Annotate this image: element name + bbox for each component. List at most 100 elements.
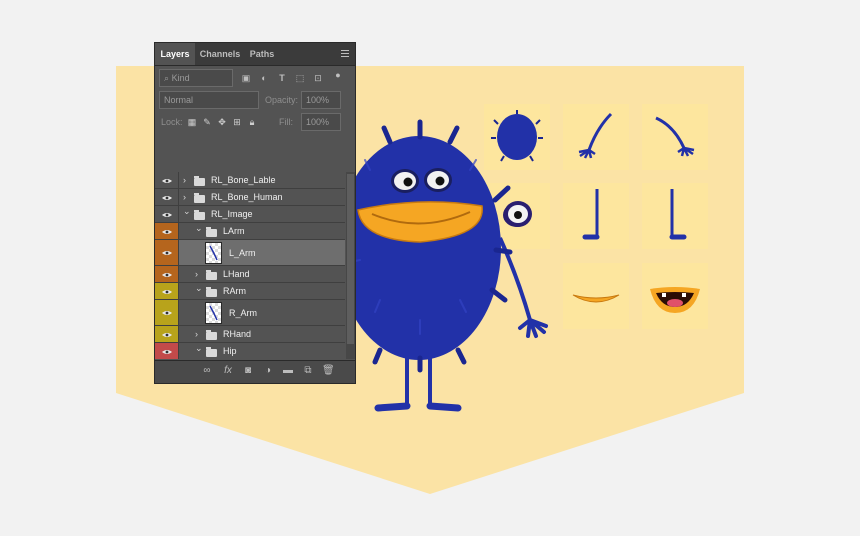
- panel-tab-bar: Layers Channels Paths: [155, 43, 355, 66]
- group-icon[interactable]: ▬: [282, 365, 294, 377]
- chevron-right-icon[interactable]: ›: [195, 329, 198, 339]
- eye-icon: [162, 332, 172, 337]
- type-filter-icon[interactable]: T: [277, 73, 287, 83]
- lock-transparent-icon[interactable]: ▦: [187, 117, 197, 127]
- left-eye: [391, 169, 419, 193]
- link-layers-icon[interactable]: ∞: [201, 365, 213, 377]
- visibility-toggle[interactable]: [155, 206, 179, 222]
- layer-row[interactable]: ⌄ Hip: [155, 343, 345, 359]
- layer-name: RArm: [223, 286, 246, 296]
- visibility-toggle[interactable]: [155, 343, 179, 359]
- lock-row: Lock: ▦ ✎ ✥ ⊞ 🔒︎ Fill: 100%: [155, 112, 355, 132]
- eye-icon: [162, 229, 172, 234]
- tab-layers[interactable]: Layers: [155, 43, 195, 65]
- folder-icon: [206, 269, 217, 280]
- chevron-right-icon[interactable]: ›: [195, 269, 198, 279]
- monster-body: [326, 119, 513, 373]
- tab-paths[interactable]: Paths: [245, 43, 279, 65]
- layer-row[interactable]: L_Arm: [155, 240, 345, 266]
- layers-scrollbar[interactable]: [346, 172, 355, 359]
- fill-label: Fill:: [279, 117, 293, 127]
- layer-row[interactable]: ⌄ RArm: [155, 283, 345, 300]
- layer-name: R_Arm: [229, 307, 258, 318]
- layer-thumbnail: [205, 242, 222, 264]
- layer-name: LHand: [223, 269, 250, 279]
- chevron-down-icon[interactable]: ⌄: [195, 343, 203, 354]
- eye-icon: [162, 289, 172, 294]
- layer-name: RHand: [223, 329, 252, 339]
- smart-object-filter-icon[interactable]: ⊡: [313, 73, 323, 83]
- layer-name: Hip: [223, 346, 237, 356]
- visibility-toggle[interactable]: [155, 266, 179, 282]
- fx-icon[interactable]: fx: [222, 365, 234, 377]
- chevron-right-icon[interactable]: ›: [183, 175, 186, 185]
- layer-row[interactable]: › LHand: [155, 266, 345, 283]
- visibility-toggle[interactable]: [155, 189, 179, 205]
- panel-menu-icon[interactable]: [341, 50, 349, 57]
- visibility-toggle[interactable]: [155, 300, 179, 325]
- search-icon: ⌕: [164, 73, 170, 83]
- chevron-down-icon[interactable]: ⌄: [195, 283, 203, 294]
- scrollbar-thumb[interactable]: [347, 174, 354, 344]
- folder-icon: [206, 346, 217, 357]
- mask-icon[interactable]: ◙: [242, 365, 254, 377]
- layers-list: › RL_Bone_Lable › RL_Bone_Human ⌄ RL_Image ⌄ LA…: [155, 172, 345, 359]
- chevron-right-icon[interactable]: ›: [183, 192, 186, 202]
- left-leg: [374, 352, 411, 412]
- layer-row[interactable]: ⌄ RL_Image: [155, 206, 345, 223]
- lock-label: Lock:: [161, 117, 183, 127]
- side-eye: [504, 201, 532, 227]
- eye-icon: [162, 349, 172, 354]
- visibility-toggle[interactable]: [155, 283, 179, 299]
- layer-name: L_Arm: [229, 247, 256, 258]
- tab-channels[interactable]: Channels: [197, 43, 243, 65]
- kind-filter-label: Kind: [171, 73, 190, 83]
- lock-position-icon[interactable]: ✥: [217, 117, 227, 127]
- fill-input[interactable]: 100%: [301, 113, 341, 131]
- layer-row[interactable]: › RL_Bone_Lable: [155, 172, 345, 189]
- eye-icon: [162, 212, 172, 217]
- layer-row[interactable]: R_Arm: [155, 300, 345, 326]
- character-illustration: [290, 119, 548, 412]
- visibility-toggle[interactable]: [155, 172, 179, 188]
- blend-mode-select[interactable]: Normal: [159, 91, 259, 109]
- layer-row[interactable]: ⌄ LArm: [155, 223, 345, 240]
- folder-icon: [206, 226, 217, 237]
- new-layer-icon[interactable]: ⧉: [302, 365, 314, 377]
- folder-icon: [194, 209, 205, 220]
- folder-icon: [194, 192, 205, 203]
- adjustment-filter-icon[interactable]: ◐: [259, 73, 269, 83]
- filter-toggle-icon[interactable]: ●: [333, 70, 343, 80]
- visibility-toggle[interactable]: [155, 223, 179, 239]
- chevron-down-icon[interactable]: ⌄: [183, 206, 191, 217]
- eye-icon: [162, 311, 172, 315]
- layer-name: RL_Bone_Lable: [211, 175, 276, 185]
- lock-artboard-icon[interactable]: ⊞: [232, 117, 242, 127]
- lock-image-icon[interactable]: ✎: [202, 117, 212, 127]
- blend-row: Normal Opacity: 100%: [155, 90, 355, 110]
- kind-filter-select[interactable]: ⌕ Kind: [159, 69, 233, 87]
- eye-icon: [162, 251, 172, 255]
- eye-icon: [162, 272, 172, 277]
- visibility-toggle[interactable]: [155, 240, 179, 265]
- panel-footer: ∞ fx ◙ ◑ ▬ ⧉ 🗑︎: [155, 360, 355, 383]
- layer-thumbnail: [205, 302, 222, 324]
- layer-name: RL_Image: [211, 209, 253, 219]
- folder-icon: [206, 286, 217, 297]
- chevron-down-icon[interactable]: ⌄: [195, 223, 203, 234]
- shape-filter-icon[interactable]: ⬚: [295, 73, 305, 83]
- right-leg: [426, 352, 462, 412]
- layer-row[interactable]: › RHand: [155, 326, 345, 343]
- layer-name: RL_Bone_Human: [211, 192, 283, 202]
- layer-row[interactable]: › RL_Bone_Human: [155, 189, 345, 206]
- folder-icon: [194, 175, 205, 186]
- visibility-toggle[interactable]: [155, 326, 179, 342]
- filter-row: ⌕ Kind ▣ ◐ T ⬚ ⊡ ●: [155, 68, 355, 88]
- lock-all-icon[interactable]: 🔒︎: [247, 117, 257, 127]
- folder-icon: [206, 329, 217, 340]
- image-filter-icon[interactable]: ▣: [241, 73, 251, 83]
- trash-icon[interactable]: 🗑︎: [322, 365, 335, 377]
- opacity-input[interactable]: 100%: [301, 91, 341, 109]
- opacity-label: Opacity:: [265, 95, 299, 105]
- adjustment-icon[interactable]: ◑: [262, 365, 274, 377]
